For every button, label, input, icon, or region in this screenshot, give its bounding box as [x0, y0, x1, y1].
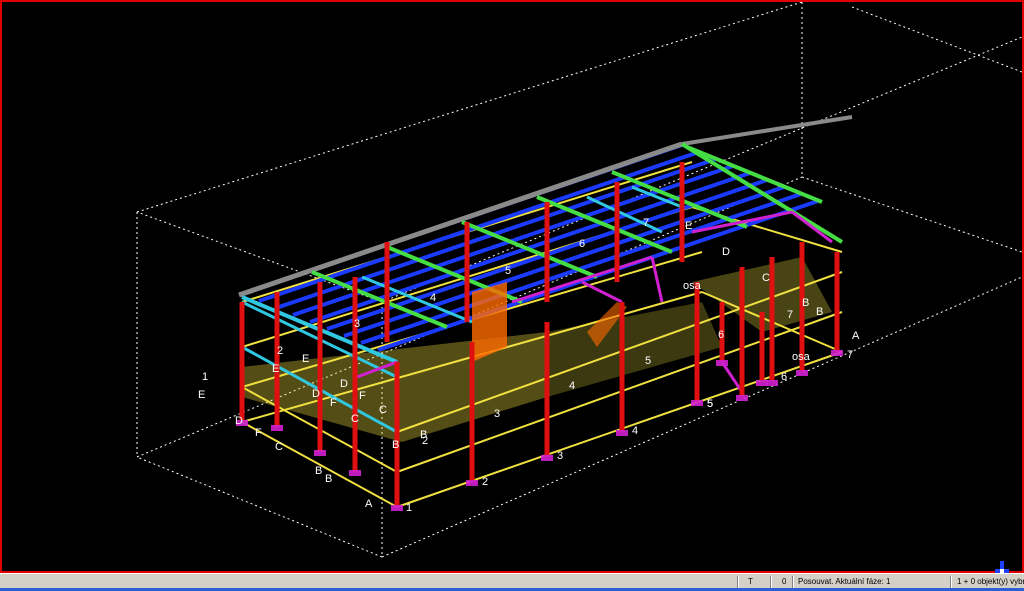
base-plate [349, 470, 361, 476]
base-plate [466, 480, 478, 486]
grid-label: 7 [787, 309, 793, 321]
grid-label: 3 [354, 318, 360, 330]
grid-label: B [315, 465, 322, 477]
grid-label: 5 [505, 265, 511, 277]
grid-label: 2 [277, 345, 283, 357]
base-plate [314, 450, 326, 456]
magenta-frame [511, 255, 653, 304]
status-selection: 1 + 0 objekt(y) vybrán(y) [957, 577, 1024, 586]
base-plate [616, 430, 628, 436]
grid-label: 2 [422, 435, 428, 447]
base-plate [691, 400, 703, 406]
grid-label: F [359, 390, 366, 402]
grid-label: 7 [847, 349, 853, 361]
grid-label: F [255, 427, 262, 439]
grid-label: E [302, 353, 309, 365]
grid-label: 6 [579, 238, 585, 250]
grid-label: D [312, 388, 320, 400]
bounding-box-edge [381, 36, 1022, 303]
status-message: Posouvat. Aktuální fáze: 1 [798, 577, 891, 586]
grid-label: B [325, 473, 332, 485]
grid-label: 5 [645, 355, 651, 367]
status-value: 0 [782, 577, 787, 586]
grid-label: C [351, 413, 359, 425]
base-plate [391, 505, 403, 511]
grid-label: 6 [781, 371, 787, 383]
grid-label: E [272, 363, 279, 375]
axis-indicator-icon [995, 560, 1009, 573]
base-plate [736, 395, 748, 401]
bounding-box-edge [136, 2, 803, 213]
magenta-frame [720, 361, 744, 393]
base-plate [271, 425, 283, 431]
bounding-box-edge [136, 456, 383, 558]
grid-label: osa [683, 280, 702, 292]
grid-label: 5 [707, 398, 713, 410]
grid-label: F [330, 397, 337, 409]
grid-label: 4 [430, 292, 436, 304]
grid-label: D [340, 378, 348, 390]
magenta-frame [791, 210, 833, 244]
model-viewport[interactable]: 1 E D F C B B A 1 2 3 4 5 2 E E D D F F C C B B 2 3 3 4 4 5 5 6 7 E Dosa C 6… [0, 0, 1024, 573]
grid-label: osa [792, 351, 811, 363]
grid-label: 7 [643, 217, 649, 229]
grid-label: 4 [569, 380, 575, 392]
grid-label: 3 [494, 408, 500, 420]
grid-label: C [379, 404, 387, 416]
grid-label: E [198, 389, 205, 401]
grid-label: 1 [406, 502, 412, 514]
grid-label: B [392, 439, 399, 451]
base-plate [796, 370, 808, 376]
roof-ridge-rail [681, 115, 853, 146]
grid-label: A [365, 498, 373, 510]
grid-label: 1 [202, 371, 208, 383]
grid-label: C [275, 441, 283, 453]
bounding-box-edge [801, 176, 1022, 253]
structure-3d-model[interactable]: 1EDFCBBA 123452EEDDFFCCBB233445567 EDosaC6… [2, 2, 1022, 571]
grid-label: B [802, 297, 809, 309]
bounding-box-edge [851, 6, 1022, 73]
grid-label: D [722, 246, 730, 258]
grid-label: 6 [718, 329, 724, 341]
base-plate [831, 350, 843, 356]
grid-label: D [235, 415, 243, 427]
base-plate [756, 380, 768, 386]
magenta-frame [581, 280, 623, 304]
status-mode: T [748, 577, 753, 586]
grid-label: E [685, 220, 692, 232]
grid-label: A [852, 330, 860, 342]
grid-label: 4 [632, 425, 638, 437]
grid-label: 3 [557, 450, 563, 462]
grid-label: B [816, 306, 823, 318]
grid-label: 2 [482, 476, 488, 488]
base-plate [541, 455, 553, 461]
base-plate [716, 360, 728, 366]
grid-label: C [762, 272, 770, 284]
